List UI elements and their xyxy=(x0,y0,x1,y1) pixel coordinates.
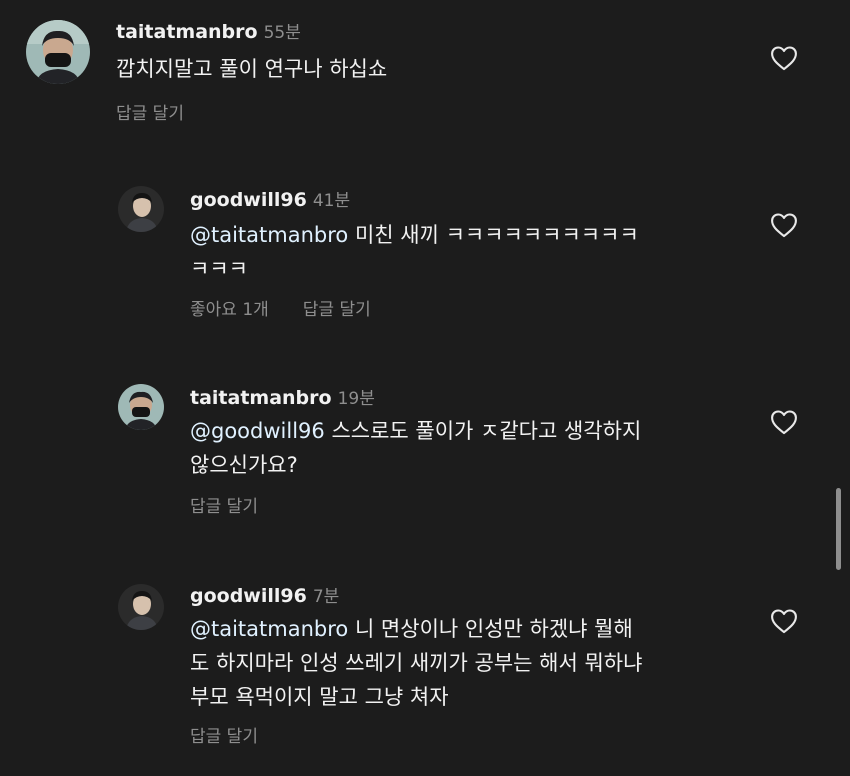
mention-link[interactable]: @taitatmanbro xyxy=(190,223,348,247)
comment-line: 않으신가요? xyxy=(190,453,298,477)
comment-username[interactable]: taitatmanbro 55분 xyxy=(116,18,301,43)
like-button[interactable] xyxy=(770,45,798,71)
reply-button[interactable]: 답글 달기 xyxy=(190,497,258,517)
mention-link[interactable]: @taitatmanbro xyxy=(190,617,348,641)
comment-text: @taitatmanbro 미친 새끼 ㅋㅋㅋㅋㅋㅋㅋㅋㅋㅋ ㅋㅋㅋ xyxy=(190,218,750,286)
comment-actions: 좋아요 1개 답글 달기 xyxy=(190,295,405,320)
comment-actions: 답글 달기 xyxy=(190,722,292,747)
reply-button[interactable]: 답글 달기 xyxy=(303,300,371,320)
comment-line: 깝치지말고 풀이 연구나 하십쇼 xyxy=(116,57,388,81)
masked-person-avatar xyxy=(118,384,164,430)
avatar[interactable] xyxy=(118,186,164,232)
reply-button[interactable]: 답글 달기 xyxy=(116,104,184,124)
comment-actions: 답글 달기 xyxy=(190,492,292,517)
comment-time: 55분 xyxy=(263,23,301,43)
comment-username[interactable]: taitatmanbro 19분 xyxy=(190,384,375,409)
comment-username[interactable]: goodwill96 7분 xyxy=(190,582,339,607)
like-button[interactable] xyxy=(770,608,798,634)
comment-time: 19분 xyxy=(337,389,375,409)
comment-text: @taitatmanbro 니 면상이나 인성만 하겠냐 뭘해 도 하지마라 인… xyxy=(190,612,770,714)
heart-outline-icon xyxy=(771,46,797,71)
comment-line: @taitatmanbro 미친 새끼 ㅋㅋㅋㅋㅋㅋㅋㅋㅋㅋ xyxy=(190,223,639,247)
like-button[interactable] xyxy=(770,409,798,435)
heart-outline-icon xyxy=(771,410,797,435)
person-portrait-avatar xyxy=(118,584,164,630)
scrollbar[interactable] xyxy=(836,488,841,570)
comment-line: 도 하지마라 인성 쓰레기 새끼가 공부는 해서 뭐하냐 xyxy=(190,651,643,675)
comment-text: @goodwill96 스스로도 풀이가 ㅈ같다고 생각하지 않으신가요? xyxy=(190,414,750,482)
avatar[interactable] xyxy=(118,584,164,630)
comment-text: 깝치지말고 풀이 연구나 하십쇼 xyxy=(116,52,676,86)
mention-link[interactable]: @goodwill96 xyxy=(190,419,325,443)
comment-line: @goodwill96 스스로도 풀이가 ㅈ같다고 생각하지 xyxy=(190,419,642,443)
like-button[interactable] xyxy=(770,212,798,238)
masked-person-avatar xyxy=(26,20,90,84)
heart-outline-icon xyxy=(771,213,797,238)
comment-time: 41분 xyxy=(312,191,351,211)
comment-line: 부모 욕먹이지 말고 그냥 쳐자 xyxy=(190,685,449,709)
comment-username[interactable]: goodwill96 41분 xyxy=(190,186,350,211)
avatar[interactable] xyxy=(26,20,90,84)
person-portrait-avatar xyxy=(118,186,164,232)
heart-outline-icon xyxy=(771,609,797,634)
comment-time: 7분 xyxy=(312,587,340,607)
likes-count[interactable]: 좋아요 1개 xyxy=(190,300,269,320)
avatar[interactable] xyxy=(118,384,164,430)
comment-line: ㅋㅋㅋ xyxy=(190,257,248,281)
reply-button[interactable]: 답글 달기 xyxy=(190,727,258,747)
comment-actions: 답글 달기 xyxy=(116,99,218,124)
comment-line: @taitatmanbro 니 면상이나 인성만 하겠냐 뭘해 xyxy=(190,617,633,641)
